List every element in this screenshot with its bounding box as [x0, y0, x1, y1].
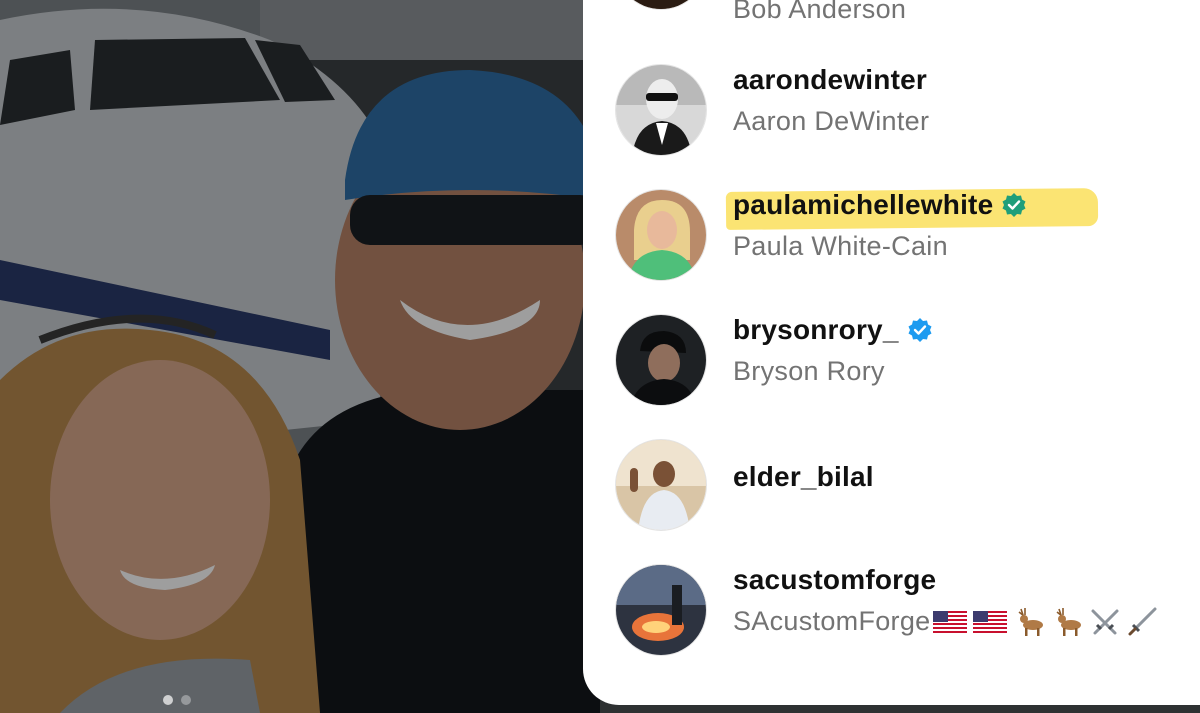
us-flag-icon — [933, 610, 968, 633]
avatar[interactable] — [615, 439, 707, 531]
username[interactable]: paulamichellewhite — [733, 189, 1027, 221]
carousel-dot-active[interactable] — [163, 695, 173, 705]
username-text[interactable]: paulamichellewhite — [733, 189, 993, 221]
list-item[interactable]: paulamichellewhite Paula White-Cain — [583, 189, 1200, 299]
crossed-swords-icon — [1091, 609, 1119, 634]
username[interactable]: elder_bilal — [733, 461, 874, 493]
list-item[interactable]: sacustomforge SAcustomForge — [583, 564, 1200, 674]
full-name: Paula White-Cain — [733, 231, 948, 261]
username-text[interactable]: aarondewinter — [733, 64, 927, 96]
verified-badge-icon — [1002, 193, 1026, 217]
avatar[interactable] — [615, 189, 707, 281]
dagger-icon — [1128, 607, 1157, 635]
username[interactable]: aarondewinter — [733, 64, 927, 96]
username[interactable]: sacustomforge — [733, 564, 936, 596]
deer-icon — [1018, 607, 1044, 636]
likes-sheet: Bob Anderson aarondewinter Aaron DeWinte… — [583, 0, 1200, 705]
list-item[interactable]: aarondewinter Aaron DeWinter — [583, 64, 1200, 174]
username-text[interactable]: elder_bilal — [733, 461, 874, 493]
full-name: Bryson Rory — [733, 356, 885, 386]
avatar[interactable] — [615, 314, 707, 406]
us-flag-icon — [973, 610, 1008, 633]
full-name: Bob Anderson — [733, 0, 907, 24]
list-item[interactable]: brysonrory_ Bryson Rory — [583, 314, 1200, 424]
full-name: Aaron DeWinter — [733, 106, 930, 136]
avatar[interactable] — [615, 0, 707, 10]
verified-badge-icon — [908, 318, 932, 342]
carousel-dots — [163, 695, 191, 705]
deer-icon — [1056, 607, 1082, 636]
avatar[interactable] — [615, 564, 707, 656]
carousel-dot[interactable] — [181, 695, 191, 705]
full-name: SAcustomForge — [733, 606, 1162, 637]
list-item[interactable]: elder_bilal — [583, 439, 1200, 549]
username[interactable]: brysonrory_ — [733, 314, 933, 346]
avatar[interactable] — [615, 64, 707, 156]
full-name-text: SAcustomForge — [733, 606, 931, 636]
list-item[interactable]: Bob Anderson — [583, 0, 1200, 28]
username-text[interactable]: sacustomforge — [733, 564, 936, 596]
username-text[interactable]: brysonrory_ — [733, 314, 899, 346]
